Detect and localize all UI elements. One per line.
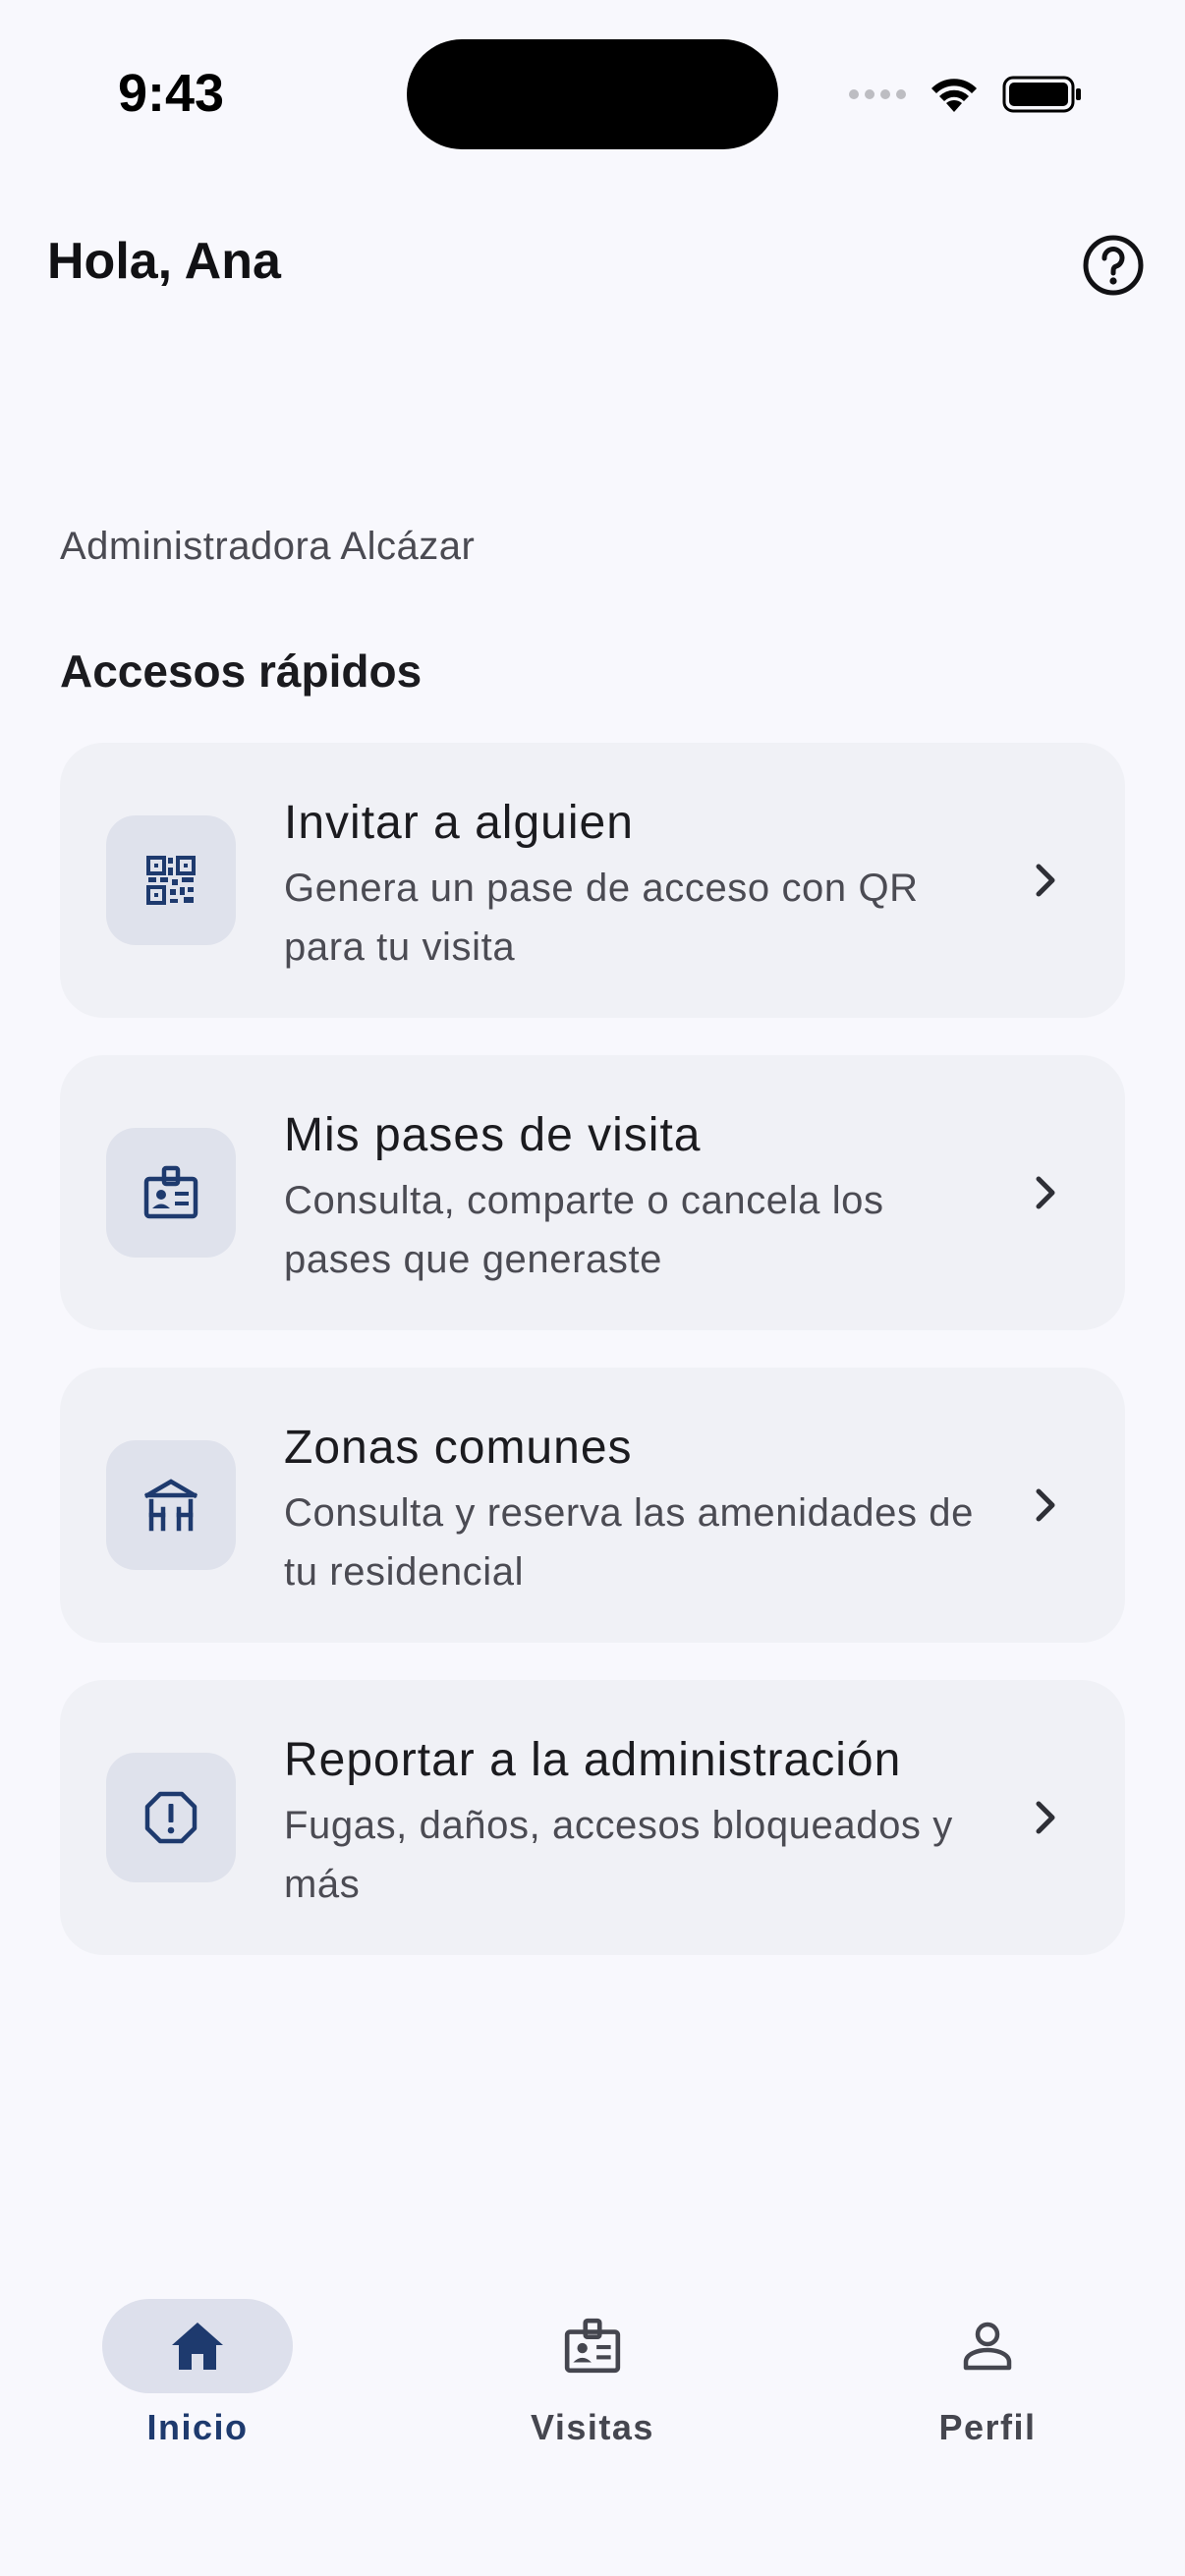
home-screen: 9:43 Hola, Ana Administradora Alcázar Ac… bbox=[0, 0, 1185, 2576]
card-title: Mis pases de visita bbox=[284, 1109, 702, 1161]
card-description: Consulta y reserva las amenidades de tu … bbox=[284, 1491, 974, 1594]
wifi-icon bbox=[931, 79, 977, 112]
nav-pill bbox=[497, 2299, 688, 2393]
badge-icon bbox=[143, 1165, 198, 1219]
help-button[interactable] bbox=[1082, 234, 1145, 297]
card-title: Reportar a la administración bbox=[284, 1734, 902, 1786]
nav-pill bbox=[892, 2299, 1083, 2393]
card-title: Invitar a alguien bbox=[284, 797, 634, 849]
report-icon bbox=[144, 1791, 198, 1844]
nav-label: Visitas bbox=[531, 2407, 654, 2447]
status-time: 9:43 bbox=[118, 64, 225, 123]
chevron-right-icon bbox=[1018, 1478, 1073, 1533]
user-role: Administradora Alcázar bbox=[60, 525, 476, 568]
card-icon-box bbox=[106, 1753, 236, 1882]
section-title: Accesos rápidos bbox=[60, 645, 423, 697]
cellular-signal-icon bbox=[849, 89, 906, 99]
card-icon-box bbox=[106, 1128, 236, 1258]
nav-active-indicator bbox=[102, 2299, 293, 2393]
battery-icon bbox=[1002, 76, 1081, 113]
qr-code-icon bbox=[146, 856, 196, 905]
quick-access-report[interactable]: Reportar a la administración Fugas, daño… bbox=[60, 1680, 1125, 1955]
dynamic-island bbox=[407, 39, 778, 149]
quick-access-common-areas[interactable]: Zonas comunes Consulta y reserva las ame… bbox=[60, 1368, 1125, 1643]
badge-icon bbox=[564, 2318, 621, 2374]
chevron-right-icon bbox=[1018, 853, 1073, 908]
nav-item-visitas[interactable]: Visitas bbox=[445, 2299, 740, 2495]
person-icon bbox=[963, 2322, 1012, 2371]
card-title: Zonas comunes bbox=[284, 1422, 633, 1474]
card-description: Genera un pase de acceso con QR para tu … bbox=[284, 867, 919, 969]
status-indicators bbox=[849, 67, 1083, 122]
bottom-navigation: Inicio Visitas Perfil bbox=[0, 2279, 1185, 2576]
chevron-right-icon bbox=[1018, 1790, 1073, 1845]
nav-label: Perfil bbox=[938, 2407, 1037, 2447]
card-description: Fugas, daños, accesos bloqueados y más bbox=[284, 1804, 953, 1906]
card-description: Consulta, comparte o cancela los pases q… bbox=[284, 1179, 884, 1281]
nav-item-perfil[interactable]: Perfil bbox=[840, 2299, 1135, 2495]
nav-item-inicio[interactable]: Inicio bbox=[50, 2299, 345, 2495]
home-icon bbox=[172, 2323, 223, 2370]
card-icon-box bbox=[106, 815, 236, 945]
chevron-right-icon bbox=[1018, 1165, 1073, 1220]
greeting-title: Hola, Ana bbox=[47, 233, 281, 290]
help-circle-icon bbox=[1083, 235, 1144, 296]
card-icon-box bbox=[106, 1440, 236, 1570]
gazebo-icon bbox=[143, 1479, 198, 1532]
nav-label: Inicio bbox=[146, 2407, 249, 2447]
quick-access-passes[interactable]: Mis pases de visita Consulta, comparte o… bbox=[60, 1055, 1125, 1330]
quick-access-invite[interactable]: Invitar a alguien Genera un pase de acce… bbox=[60, 743, 1125, 1018]
